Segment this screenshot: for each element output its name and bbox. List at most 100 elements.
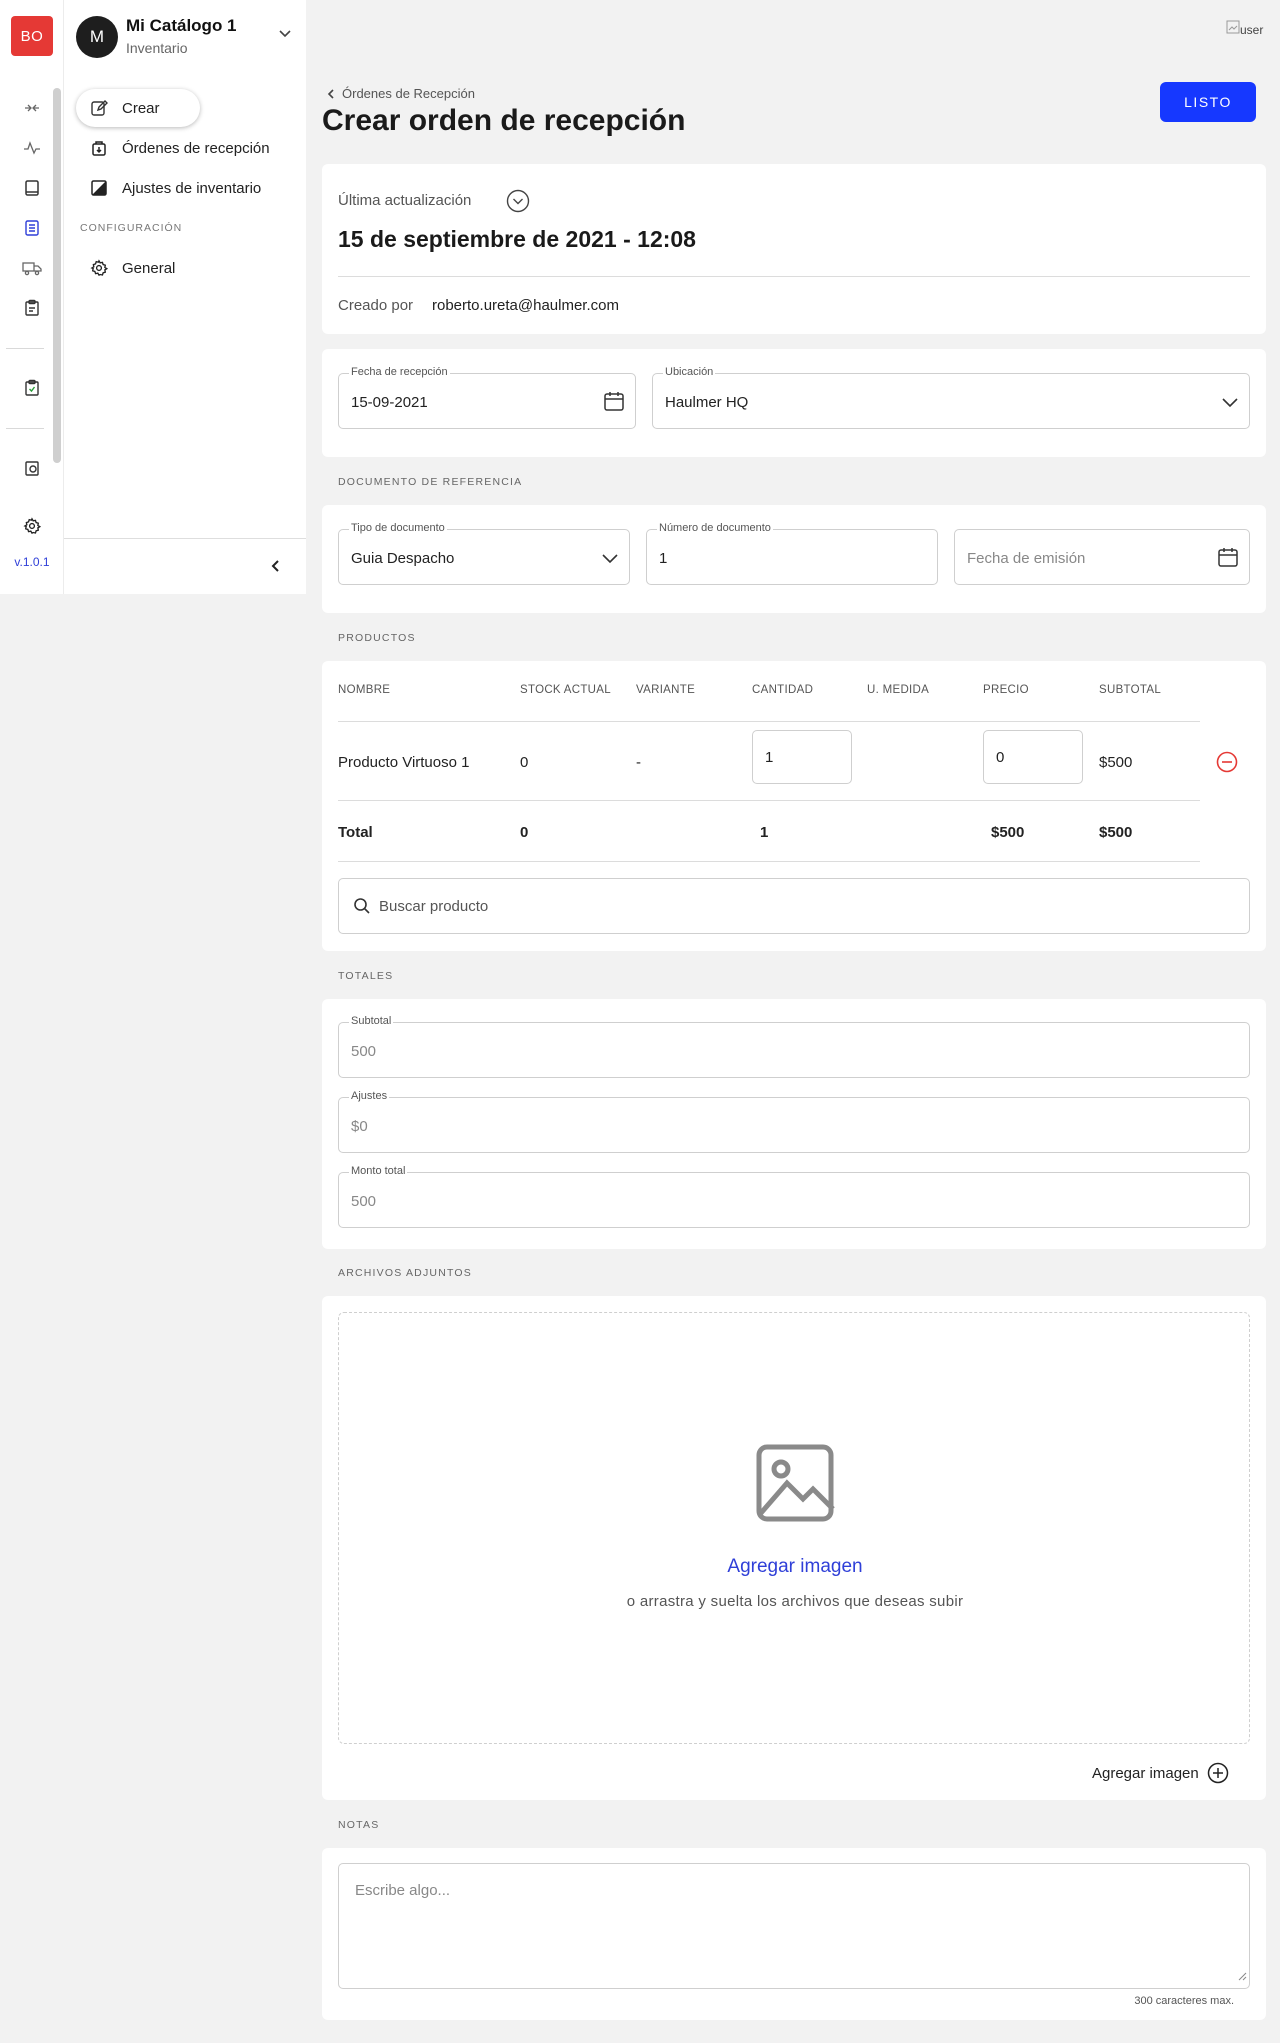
truck-icon[interactable] bbox=[20, 256, 44, 280]
settings-icon[interactable] bbox=[20, 514, 44, 538]
nav-item-label: Órdenes de recepción bbox=[122, 139, 270, 157]
doc-type-select[interactable]: Tipo de documento Guia Despacho bbox=[338, 522, 630, 585]
field-value: 500 bbox=[351, 1193, 377, 1210]
chevron-left-icon[interactable] bbox=[268, 558, 284, 579]
price-input[interactable]: 0 bbox=[983, 730, 1083, 784]
catalog-subtitle: Inventario bbox=[126, 40, 188, 56]
field-value: Haulmer HQ bbox=[665, 394, 749, 411]
notes-char-limit: 300 caracteres max. bbox=[1134, 1995, 1234, 2007]
field-value: Guia Despacho bbox=[351, 550, 455, 567]
edit-icon bbox=[76, 99, 122, 117]
field-label: Monto total bbox=[349, 1165, 408, 1177]
nav-item-ordenes[interactable]: Órdenes de recepción bbox=[76, 129, 306, 167]
done-button[interactable]: LISTO bbox=[1160, 82, 1256, 122]
reference-card: Tipo de documento Guia Despacho Número d… bbox=[322, 505, 1266, 613]
rail-divider bbox=[6, 348, 44, 349]
field-label: Tipo de documento bbox=[349, 522, 447, 534]
notes-textarea[interactable]: Escribe algo... bbox=[338, 1863, 1250, 1989]
app-logo[interactable]: BO bbox=[11, 16, 53, 56]
nav-item-general[interactable]: General bbox=[76, 249, 276, 287]
info-divider bbox=[338, 276, 1250, 277]
lock-box-icon bbox=[76, 139, 122, 157]
field-value: 500 bbox=[351, 1043, 377, 1060]
field-label: Subtotal bbox=[349, 1015, 394, 1027]
section-totals-label: TOTALES bbox=[338, 970, 394, 982]
breadcrumb-link[interactable]: Órdenes de Recepción bbox=[342, 86, 475, 101]
field-value: $0 bbox=[351, 1118, 368, 1135]
notes-placeholder: Escribe algo... bbox=[355, 1882, 451, 1899]
add-image-label: Agregar imagen bbox=[1092, 1764, 1199, 1782]
chevron-circle-down-icon[interactable] bbox=[506, 189, 530, 218]
total-stock: 0 bbox=[520, 824, 529, 841]
catalog-title[interactable]: Mi Catálogo 1 bbox=[126, 16, 237, 36]
field-label: Fecha de recepción bbox=[349, 366, 450, 378]
rail-scrollbar[interactable] bbox=[53, 88, 61, 463]
product-subtotal: $500 bbox=[1099, 754, 1133, 771]
field-label: Ubicación bbox=[663, 366, 716, 378]
subtotal-field: Subtotal 500 bbox=[338, 1015, 1250, 1078]
chevron-down-icon[interactable] bbox=[278, 26, 292, 45]
nav-item-crear[interactable]: Crear bbox=[76, 89, 200, 127]
clipboard-icon[interactable] bbox=[20, 296, 44, 320]
adjustments-field: Ajustes $0 bbox=[338, 1090, 1250, 1153]
page-title: Crear orden de recepción bbox=[322, 104, 686, 137]
total-subtotal: $500 bbox=[1099, 824, 1133, 841]
inventory-icon[interactable] bbox=[20, 216, 44, 240]
issue-date-field[interactable]: Fecha de emisión bbox=[954, 529, 1250, 585]
plus-circle-icon bbox=[1207, 1762, 1228, 1784]
column-header: STOCK ACTUAL bbox=[520, 684, 611, 696]
dropzone-hint: o arrastra y suelta los archivos que des… bbox=[626, 1593, 964, 1610]
doc-number-field[interactable]: Número de documento 1 bbox=[646, 522, 938, 585]
add-image-link[interactable]: Agregar imagen bbox=[339, 1556, 1251, 1578]
image-icon bbox=[755, 1443, 835, 1528]
subnav-divider bbox=[64, 538, 306, 539]
reception-date-field[interactable]: Fecha de recepción 15-09-2021 bbox=[338, 366, 636, 429]
chevron-down-icon[interactable] bbox=[1221, 393, 1239, 416]
table-divider bbox=[338, 800, 1200, 801]
quantity-input[interactable]: 1 bbox=[752, 730, 852, 784]
column-header: U. MEDIDA bbox=[867, 684, 930, 696]
nav-item-label: Crear bbox=[122, 99, 160, 117]
location-select[interactable]: Ubicación Haulmer HQ bbox=[652, 366, 1250, 429]
transfer-icon[interactable] bbox=[20, 96, 44, 120]
attachments-card: Agregar imagen o arrastra y suelta los a… bbox=[322, 1296, 1266, 1800]
clipboard-check-icon[interactable] bbox=[20, 376, 44, 400]
price-value: 0 bbox=[996, 749, 1005, 766]
column-header: NOMBRE bbox=[338, 684, 391, 696]
billing-icon[interactable] bbox=[20, 456, 44, 480]
book-icon[interactable] bbox=[20, 176, 44, 200]
column-header: VARIANTE bbox=[636, 684, 696, 696]
column-header: PRECIO bbox=[983, 684, 1029, 696]
section-products-label: PRODUCTOS bbox=[338, 632, 416, 644]
rail-divider bbox=[6, 428, 44, 429]
calendar-icon[interactable] bbox=[603, 390, 625, 417]
nav-section-config: CONFIGURACIÓN bbox=[80, 222, 183, 234]
icon-rail: BO v.1.0.1 bbox=[0, 0, 64, 594]
remove-row-icon[interactable] bbox=[1216, 751, 1238, 778]
chevron-left-icon bbox=[327, 88, 334, 99]
catalog-avatar[interactable]: M bbox=[76, 16, 118, 58]
file-dropzone[interactable]: Agregar imagen o arrastra y suelta los a… bbox=[338, 1312, 1250, 1744]
chevron-down-icon[interactable] bbox=[601, 549, 619, 572]
total-amount-field: Monto total 500 bbox=[338, 1165, 1250, 1228]
app-version: v.1.0.1 bbox=[14, 555, 50, 569]
column-header: CANTIDAD bbox=[752, 684, 814, 696]
table-divider bbox=[338, 721, 1200, 722]
section-attachments-label: ARCHIVOS ADJUNTOS bbox=[338, 1267, 472, 1279]
product-stock: 0 bbox=[520, 754, 529, 771]
add-image-button[interactable]: Agregar imagen bbox=[1092, 1762, 1229, 1784]
user-avatar[interactable]: user bbox=[1226, 20, 1264, 46]
table-divider bbox=[338, 861, 1200, 862]
total-quantity: 1 bbox=[760, 824, 769, 841]
nav-item-ajustes[interactable]: Ajustes de inventario bbox=[76, 169, 306, 207]
activity-icon[interactable] bbox=[20, 136, 44, 160]
breadcrumb[interactable]: Órdenes de Recepción bbox=[326, 86, 475, 101]
search-product-input[interactable]: Buscar producto bbox=[338, 878, 1250, 934]
resize-handle-icon[interactable] bbox=[1237, 1968, 1247, 1986]
nav-item-label: Ajustes de inventario bbox=[122, 179, 262, 197]
field-value: 15-09-2021 bbox=[351, 394, 428, 411]
calendar-icon[interactable] bbox=[1217, 546, 1239, 573]
quantity-value: 1 bbox=[765, 749, 774, 766]
user-avatar-alt: user bbox=[1240, 23, 1264, 37]
product-variant: - bbox=[636, 754, 641, 771]
